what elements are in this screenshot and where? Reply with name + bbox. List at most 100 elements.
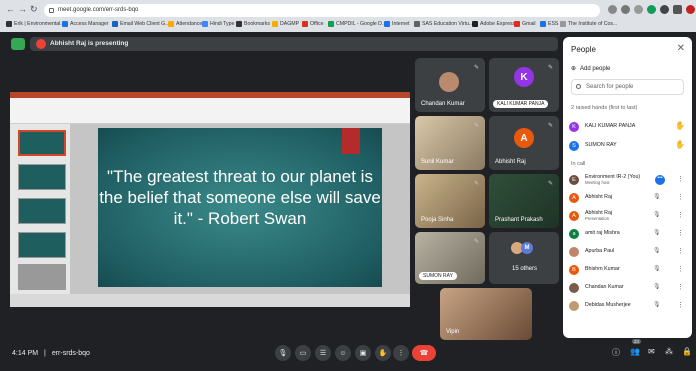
mic-off-icon: 🎙 bbox=[653, 266, 661, 272]
bookmark[interactable]: SAS Education Virtu... bbox=[414, 21, 473, 27]
present-button[interactable]: ▣ bbox=[355, 345, 371, 361]
extension-icon[interactable] bbox=[647, 5, 656, 14]
emoji-button[interactable]: ☺ bbox=[335, 345, 351, 361]
bookmark[interactable]: Internet bbox=[384, 21, 410, 27]
chat-icon[interactable]: ✉ bbox=[648, 347, 655, 356]
pin-icon[interactable]: ✎ bbox=[474, 238, 479, 245]
bookmark[interactable]: Gmail bbox=[514, 21, 536, 27]
bookmark[interactable]: ESS bbox=[540, 21, 558, 27]
close-icon[interactable]: ✕ bbox=[677, 43, 685, 54]
add-people-label: Add people bbox=[580, 66, 611, 72]
others-tile[interactable]: M 15 others bbox=[489, 232, 559, 284]
avatar: B bbox=[569, 265, 579, 275]
pin-icon[interactable]: ✎ bbox=[548, 122, 553, 129]
self-tile[interactable]: Vipin bbox=[440, 288, 532, 340]
current-slide: "The greatest threat to our planet is th… bbox=[98, 128, 382, 287]
raised-hand-chip: SUMON RAY bbox=[419, 272, 457, 280]
bookmark[interactable]: The Institute of Cos... bbox=[560, 21, 617, 27]
cast-icon[interactable] bbox=[608, 5, 617, 14]
participant-row[interactable]: Chandan Kumar 🎙 ⋮ bbox=[569, 280, 687, 296]
search-input[interactable]: Search for people bbox=[571, 79, 684, 95]
participant-tile[interactable]: ✎ Sunil Kumar bbox=[415, 116, 485, 170]
address-row: ← → ↻ meet.google.com/err-srds-bqo bbox=[0, 4, 696, 17]
avatar: A bbox=[569, 193, 579, 203]
more-vert-icon[interactable]: ⋮ bbox=[677, 247, 684, 255]
participant-row[interactable]: A Abhisht Raj 🎙 ⋮ bbox=[569, 190, 687, 206]
lock-icon bbox=[49, 8, 54, 13]
more-vert-icon[interactable]: ⋮ bbox=[677, 283, 684, 291]
leave-call-button[interactable]: ☎ bbox=[412, 345, 436, 361]
bookmarks-bar: Erik | Environmental... Access Manager E… bbox=[0, 19, 696, 31]
more-options-button[interactable]: ⋮ bbox=[393, 345, 409, 361]
sidepanel-icon[interactable] bbox=[673, 5, 682, 14]
ppt-ribbon bbox=[10, 92, 410, 124]
raised-hand-row[interactable]: S SUMON RAY ✋ bbox=[569, 138, 687, 154]
participant-tile[interactable]: ✎ SUMON RAY bbox=[415, 232, 485, 284]
participant-row[interactable]: E Environment IR-2 (You) Meeting host ••… bbox=[569, 172, 687, 188]
avatar: A bbox=[569, 211, 579, 221]
participant-tile[interactable]: A ✎ Abhisht Raj bbox=[489, 116, 559, 170]
mic-off-icon: 🎙 bbox=[653, 230, 661, 236]
participant-row[interactable]: Debidas Musherjee 🎙 ⋮ bbox=[569, 298, 687, 314]
participant-tile[interactable]: K ✎ KALI KUMAR PANJA bbox=[489, 58, 559, 112]
captions-button[interactable]: ☰ bbox=[315, 345, 331, 361]
activities-icon[interactable]: ⁂ bbox=[665, 347, 673, 356]
host-controls-icon[interactable]: 🔒 bbox=[682, 347, 692, 356]
camera-button[interactable]: ▭ bbox=[295, 345, 311, 361]
participant-tile[interactable]: ✎ Prashant Prakash bbox=[489, 174, 559, 228]
profile-icon[interactable] bbox=[686, 5, 695, 14]
screen: ← → ↻ meet.google.com/err-srds-bqo Erik … bbox=[0, 0, 696, 371]
participant-tile[interactable]: ✎ Pooja Sinha bbox=[415, 174, 485, 228]
participant-row[interactable]: Apurba Paul 🎙 ⋮ bbox=[569, 244, 687, 260]
participant-row[interactable]: a amit raj Mishra 🎙 ⋮ bbox=[569, 226, 687, 242]
pin-icon[interactable]: ✎ bbox=[474, 180, 479, 187]
bookmark[interactable]: Erik | Environmental... bbox=[6, 21, 65, 27]
add-people-button[interactable]: ⊕ Add people bbox=[571, 65, 610, 72]
bookmark[interactable]: CMPDIL - Google D... bbox=[328, 21, 386, 27]
more-vert-icon[interactable]: ⋮ bbox=[677, 301, 684, 309]
bookmark[interactable]: Hindi Type bbox=[202, 21, 234, 27]
camera-icon[interactable] bbox=[11, 38, 25, 50]
bookmark[interactable]: Email Web Client G... bbox=[112, 21, 170, 27]
more-vert-icon[interactable]: ⋮ bbox=[677, 193, 684, 201]
slide-thumbnail bbox=[18, 130, 66, 156]
bookmark[interactable]: Attendance bbox=[168, 21, 202, 27]
bookmark[interactable]: Access Manager bbox=[62, 21, 109, 27]
pin-icon[interactable]: ✎ bbox=[548, 64, 553, 71]
address-bar[interactable]: meet.google.com/err-srds-bqo bbox=[44, 4, 600, 17]
participant-row[interactable]: A Abhisht Raj Presentation 🎙 ⋮ bbox=[569, 208, 687, 224]
pin-icon[interactable]: ✎ bbox=[474, 64, 479, 71]
participant-row[interactable]: B Bhishm Kumar 🎙 ⋮ bbox=[569, 262, 687, 278]
more-vert-icon[interactable]: ⋮ bbox=[677, 175, 684, 183]
raise-hand-button[interactable]: ✋ bbox=[375, 345, 391, 361]
star-icon[interactable] bbox=[634, 5, 643, 14]
presenting-banner: Abhisht Raj is presenting bbox=[30, 37, 558, 51]
back-icon[interactable]: ← bbox=[6, 4, 15, 14]
more-vert-icon[interactable]: ⋮ bbox=[677, 211, 684, 219]
avatar: A bbox=[514, 128, 534, 148]
more-vert-icon[interactable]: ⋮ bbox=[677, 265, 684, 273]
bookmark[interactable]: Adobe Express bbox=[472, 21, 515, 27]
share-icon[interactable] bbox=[621, 5, 630, 14]
participant-tile[interactable]: ✎ Chandan Kumar bbox=[415, 58, 485, 112]
mic-icon: 🎙 bbox=[278, 350, 288, 357]
forward-icon[interactable]: → bbox=[18, 4, 27, 14]
others-count: 15 others bbox=[512, 266, 538, 272]
bookmark[interactable]: DAGMP bbox=[272, 21, 299, 27]
pin-icon[interactable]: ✎ bbox=[548, 180, 553, 187]
captions-icon: ☰ bbox=[319, 350, 327, 357]
bookmark[interactable]: Bookmarks bbox=[236, 21, 270, 27]
avatar bbox=[439, 72, 459, 92]
people-icon[interactable]: 👥 24 bbox=[630, 339, 642, 356]
reload-icon[interactable]: ↻ bbox=[30, 4, 38, 15]
slide-thumbnail bbox=[18, 264, 66, 290]
bookmark[interactable]: Office bbox=[302, 21, 323, 27]
slide-thumbnail bbox=[18, 198, 66, 224]
info-icon[interactable]: ⓘ bbox=[612, 347, 620, 358]
mic-button[interactable]: 🎙 bbox=[275, 345, 291, 361]
participant-name: amit raj Mishra bbox=[585, 230, 620, 236]
raised-hand-row[interactable]: K KALI KUMAR PANJA ✋ bbox=[569, 119, 687, 135]
pin-icon[interactable]: ✎ bbox=[474, 122, 479, 129]
puzzle-icon[interactable] bbox=[660, 5, 669, 14]
more-vert-icon[interactable]: ⋮ bbox=[677, 229, 684, 237]
